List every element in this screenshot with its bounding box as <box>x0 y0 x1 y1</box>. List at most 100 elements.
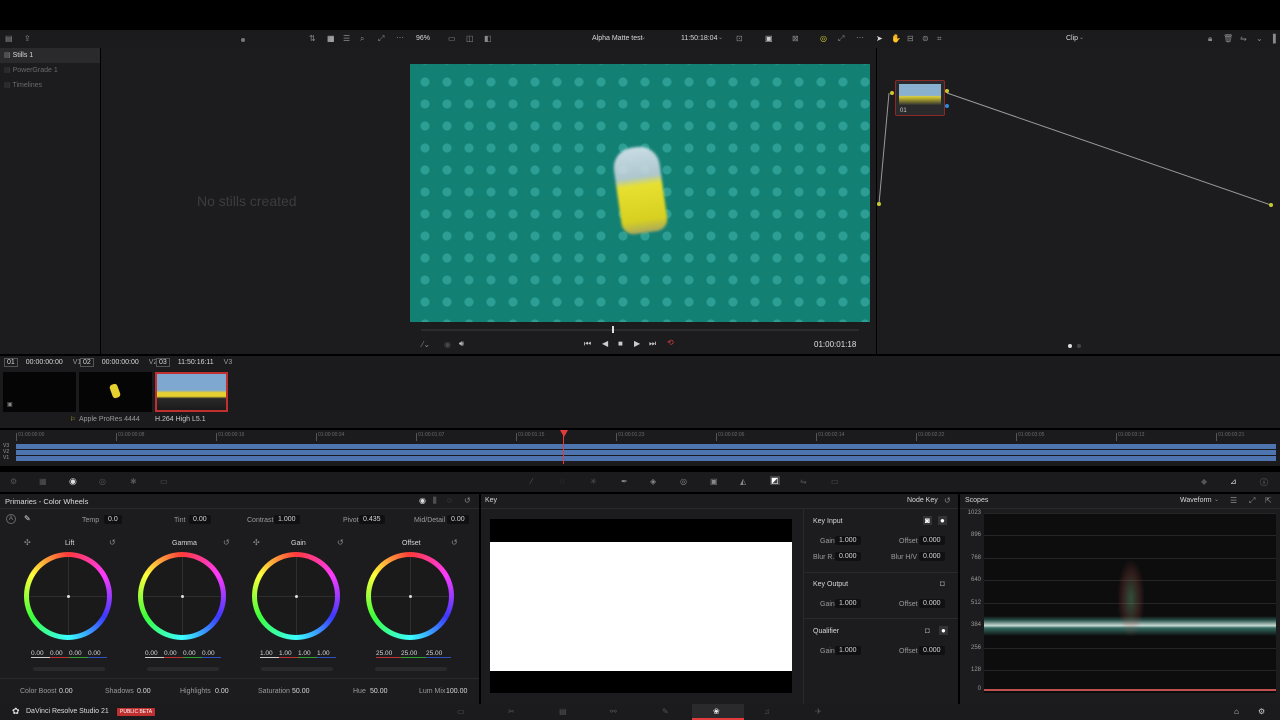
key-output-gain-value[interactable]: 1.000 <box>835 599 861 608</box>
split-icon[interactable]: ◫ <box>466 34 474 43</box>
gain-b-value[interactable]: 1.00 <box>317 650 336 658</box>
temp-value[interactable]: 0.0 <box>104 515 122 524</box>
lum-mix-value[interactable]: 100.00 <box>446 688 467 695</box>
viewer-scrubber[interactable] <box>421 326 859 333</box>
qualifier-icon[interactable]: ✒ <box>621 477 628 486</box>
scope-settings-icon[interactable]: ☰ <box>1230 496 1237 505</box>
gallery-toggle-icon[interactable]: ▤ <box>5 34 13 43</box>
hdr-icon[interactable]: ◎ <box>99 477 106 486</box>
page-indicator-dot[interactable] <box>1068 344 1072 348</box>
node-mode[interactable]: Clip <box>1066 35 1078 42</box>
contrast-value[interactable]: 1.000 <box>274 515 300 524</box>
node-view-icon[interactable]: ⊟ <box>907 34 914 43</box>
gamma-g-value[interactable]: 0.00 <box>183 650 202 658</box>
viewer-mode-icon[interactable]: ▭ <box>448 34 456 43</box>
qualifier-offset-value[interactable]: 0.000 <box>919 646 945 655</box>
gamma-b-value[interactable]: 0.00 <box>202 650 221 658</box>
blur-hv-value[interactable]: 0.000 <box>919 552 945 561</box>
color-warper-icon[interactable]: ◌ <box>560 477 565 486</box>
hue-value[interactable]: 50.00 <box>370 688 388 695</box>
picker-icon[interactable]: ✎ <box>24 514 31 523</box>
search-icon[interactable]: ⌕ <box>360 34 364 44</box>
edit-page-icon[interactable]: ▤ <box>559 707 567 716</box>
gamma-master-slider[interactable] <box>147 667 219 671</box>
node-more-icon[interactable]: ⌄ <box>1256 34 1263 43</box>
node-grid-icon[interactable]: ⌗ <box>937 34 942 44</box>
hand-icon[interactable]: ✋ <box>891 34 901 43</box>
timeline-track-v2[interactable] <box>16 450 1276 455</box>
scopes-icon[interactable]: ⊿ <box>1230 477 1237 486</box>
color-page-icon[interactable]: ❀ <box>713 707 720 716</box>
clip-thumbnail-1[interactable]: ▣ <box>3 372 76 412</box>
scope-mode-chevron-down-icon[interactable]: ⌄ <box>1214 496 1219 503</box>
scope-popout-icon[interactable]: ⇱ <box>1265 496 1272 505</box>
keyframes-icon[interactable]: ◆ <box>1201 477 1207 486</box>
timeline-ruler[interactable]: 01:00:00:00 01:00:00:08 01:00:00:16 01:00:0… <box>0 430 1280 441</box>
magic-mask-icon[interactable]: ▣ <box>710 477 718 486</box>
lift-b-value[interactable]: 0.00 <box>88 650 107 658</box>
pointer-icon[interactable]: ➤ <box>876 34 883 43</box>
gallery-item-timelines[interactable]: ▤ Timelines <box>0 78 100 93</box>
gallery-item-powergrade[interactable]: ▤ PowerGrade 1 <box>0 63 100 78</box>
timeline-track-v1[interactable] <box>16 456 1276 461</box>
clip-thumbnail-3[interactable] <box>155 372 228 412</box>
guides-icon[interactable]: ⊡ <box>736 34 743 43</box>
info-icon[interactable]: ⓘ <box>1260 477 1268 488</box>
saturation-value[interactable]: 50.00 <box>292 688 310 695</box>
node-01[interactable]: 01 <box>895 80 945 116</box>
auto-balance-icon[interactable]: A <box>6 514 16 524</box>
lift-r-value[interactable]: 0.00 <box>50 650 69 658</box>
page-indicator-dot[interactable] <box>1077 344 1081 348</box>
display-icon[interactable]: ▣ <box>765 34 773 43</box>
motion-effects-icon[interactable]: ▭ <box>160 477 168 486</box>
offset-reset-icon[interactable]: ↺ <box>451 538 458 547</box>
key-output-invert-icon[interactable]: ◘ <box>940 579 945 588</box>
fit-icon[interactable]: ⤢ <box>378 34 384 44</box>
media-page-icon[interactable]: ▭ <box>457 707 465 716</box>
toolbar-slider-knob[interactable] <box>241 38 245 42</box>
gamma-reset-icon[interactable]: ↺ <box>223 538 230 547</box>
bars-mode-icon[interactable]: ⫼ <box>433 496 437 506</box>
reset-all-icon[interactable]: ↺ <box>464 496 471 505</box>
window-icon[interactable]: ◈ <box>650 477 656 486</box>
gamma-y-value[interactable]: 0.00 <box>145 650 164 658</box>
viewer-more-icon[interactable]: ⋯ <box>856 33 864 42</box>
gain-r-value[interactable]: 1.00 <box>279 650 298 658</box>
offset-master-slider[interactable] <box>375 667 447 671</box>
gallery-item-stills[interactable]: ▤ Stills 1 <box>0 48 100 63</box>
stop-icon[interactable]: ■ <box>618 339 623 348</box>
lift-g-value[interactable]: 0.00 <box>69 650 88 658</box>
node-key-output-dot[interactable] <box>945 104 949 108</box>
tint-value[interactable]: 0.00 <box>189 515 211 524</box>
blur-r-value[interactable]: 0.000 <box>835 552 861 561</box>
node-mode-chevron-down-icon[interactable]: ⌄ <box>1079 34 1084 41</box>
gain-master-slider[interactable] <box>261 667 333 671</box>
key-reset-icon[interactable]: ↺ <box>944 496 951 505</box>
clip-name[interactable]: Alpha Matte test <box>592 35 643 42</box>
key-input-offset-value[interactable]: 0.000 <box>919 536 945 545</box>
gain-reset-icon[interactable]: ↺ <box>337 538 344 547</box>
mini-timeline[interactable]: 01:00:00:00 01:00:00:08 01:00:00:16 01:00:0… <box>0 430 1280 466</box>
step-back-icon[interactable]: ◀ <box>602 339 608 348</box>
clip-link-icon[interactable]: ◉ <box>444 340 451 349</box>
key-input-invert-icon[interactable]: ● <box>938 516 947 525</box>
key-output-offset-value[interactable]: 0.000 <box>919 599 945 608</box>
gain-g-value[interactable]: 1.00 <box>298 650 317 658</box>
link-icon[interactable]: ⇋ <box>1240 34 1247 43</box>
home-icon[interactable]: ⌂ <box>1234 707 1239 716</box>
mix-page-icon[interactable]: ✎ <box>662 707 669 716</box>
list-view-icon[interactable]: ☰ <box>343 34 350 43</box>
upload-icon[interactable]: ⇪ <box>24 34 31 43</box>
node-editor[interactable]: 01 <box>877 48 1280 354</box>
play-icon[interactable]: ▶ <box>634 339 640 348</box>
gain-wheel[interactable] <box>252 552 340 640</box>
pivot-value[interactable]: 0.435 <box>359 515 385 524</box>
scope-mode[interactable]: Waveform <box>1180 497 1212 504</box>
mid-detail-value[interactable]: 0.00 <box>447 515 469 524</box>
warper-grid-icon[interactable]: ✳ <box>590 477 597 486</box>
zoom-level[interactable]: 96% <box>416 35 430 42</box>
go-to-start-icon[interactable]: ⏮ <box>584 339 591 349</box>
key-input-mask-icon[interactable]: ◙ <box>923 516 932 525</box>
lift-reset-icon[interactable]: ↺ <box>109 538 116 547</box>
timecode-chevron-down-icon[interactable]: ⌄ <box>718 34 723 41</box>
